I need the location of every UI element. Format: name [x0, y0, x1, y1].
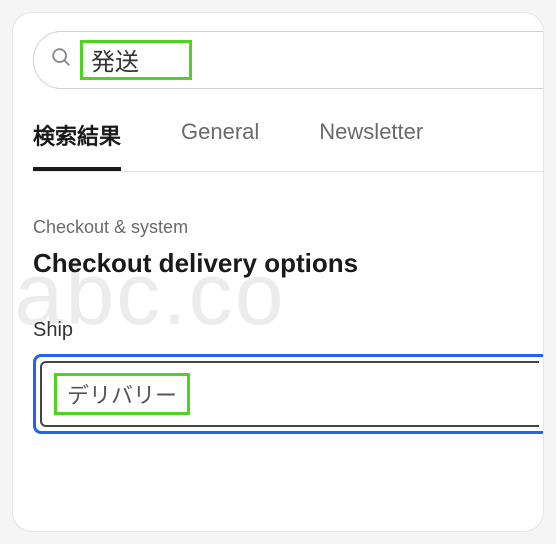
tab-newsletter[interactable]: Newsletter [319, 119, 423, 171]
ship-value-highlight-box: デリバリー [54, 373, 190, 415]
tabs-bar: 検索結果 General Newsletter [33, 119, 543, 172]
search-input[interactable] [91, 45, 181, 73]
content-area: 検索結果 General Newsletter Checkout & syste… [33, 31, 543, 434]
ship-input-value: デリバリー [67, 383, 177, 408]
ship-input-focus-ring: デリバリー [33, 354, 543, 434]
tab-search-results[interactable]: 検索結果 [33, 119, 121, 171]
field-label-ship: Ship [33, 319, 543, 342]
ship-input[interactable]: デリバリー [40, 361, 539, 427]
search-icon [50, 46, 72, 73]
settings-panel: -abc.co 検索結果 General Newsletter Checkout… [12, 12, 544, 532]
search-highlight-box [80, 40, 192, 80]
search-bar[interactable] [33, 31, 543, 89]
section-category: Checkout & system [33, 217, 543, 238]
tab-general[interactable]: General [181, 119, 259, 171]
section-title: Checkout delivery options [33, 248, 543, 279]
